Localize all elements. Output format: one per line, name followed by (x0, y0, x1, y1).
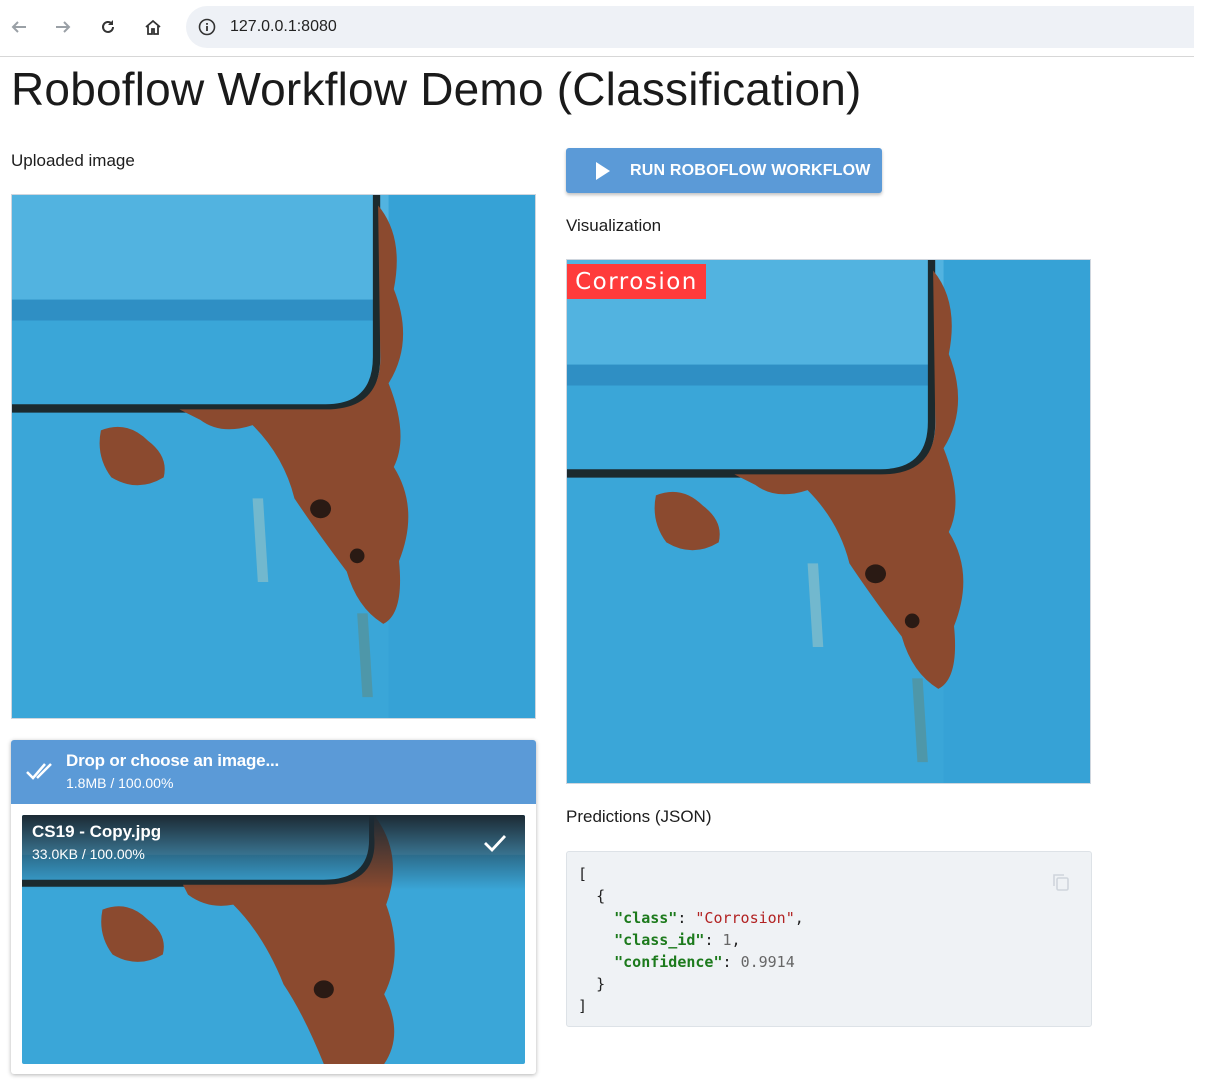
file-status: 33.0KB / 100.00% (32, 846, 145, 862)
json-close-bracket: ] (578, 997, 588, 1015)
url-text: 127.0.0.1:8080 (230, 18, 337, 35)
run-workflow-label: RUN ROBOFLOW WORKFLOW (630, 161, 871, 179)
json-class-id-value: 1 (722, 931, 732, 949)
json-confidence-key: "confidence" (614, 953, 723, 971)
json-confidence-value: 0.9914 (740, 953, 795, 971)
json-code: [ { "class": "Corrosion", "class_id": 1,… (578, 865, 804, 1015)
file-name: CS19 - Copy.jpg (32, 822, 162, 841)
upload-header[interactable]: Drop or choose an image... 1.8MB / 100.0… (11, 740, 536, 804)
browser-toolbar: 127.0.0.1:8080 (0, 0, 1194, 57)
json-class-value: "Corrosion" (695, 909, 795, 927)
double-check-icon (25, 760, 57, 787)
json-open-bracket: [ (578, 865, 588, 883)
play-icon (596, 161, 610, 180)
visualization-image (566, 259, 1091, 784)
predictions-label: Predictions (JSON) (566, 807, 712, 826)
run-workflow-button[interactable]: RUN ROBOFLOW WORKFLOW (566, 148, 882, 193)
copy-icon[interactable] (1051, 872, 1071, 898)
json-class-key: "class" (614, 909, 678, 927)
predictions-json: [ { "class": "Corrosion", "class_id": 1,… (566, 851, 1092, 1027)
page-title: Roboflow Workflow Demo (Classification) (11, 63, 862, 115)
check-icon (483, 833, 507, 858)
json-close-brace: } (596, 975, 606, 993)
upload-dropzone[interactable]: Drop or choose an image... 1.8MB / 100.0… (11, 740, 536, 1074)
info-icon[interactable] (198, 18, 216, 36)
upload-title: Drop or choose an image... (66, 751, 280, 770)
json-class-id-key: "class_id" (614, 931, 705, 949)
uploaded-image-label: Uploaded image (11, 151, 135, 170)
uploaded-image (11, 194, 536, 719)
upload-status: 1.8MB / 100.00% (66, 775, 174, 791)
prediction-tag: Corrosion (567, 264, 706, 299)
home-icon[interactable] (140, 14, 166, 40)
back-arrow-icon[interactable] (6, 14, 32, 40)
json-open-brace: { (596, 887, 606, 905)
visualization-label: Visualization (566, 216, 662, 235)
address-bar[interactable]: 127.0.0.1:8080 (186, 6, 1194, 48)
file-tile[interactable]: CS19 - Copy.jpg 33.0KB / 100.00% (22, 815, 525, 1064)
forward-arrow-icon[interactable] (50, 14, 76, 40)
reload-icon[interactable] (95, 14, 121, 40)
